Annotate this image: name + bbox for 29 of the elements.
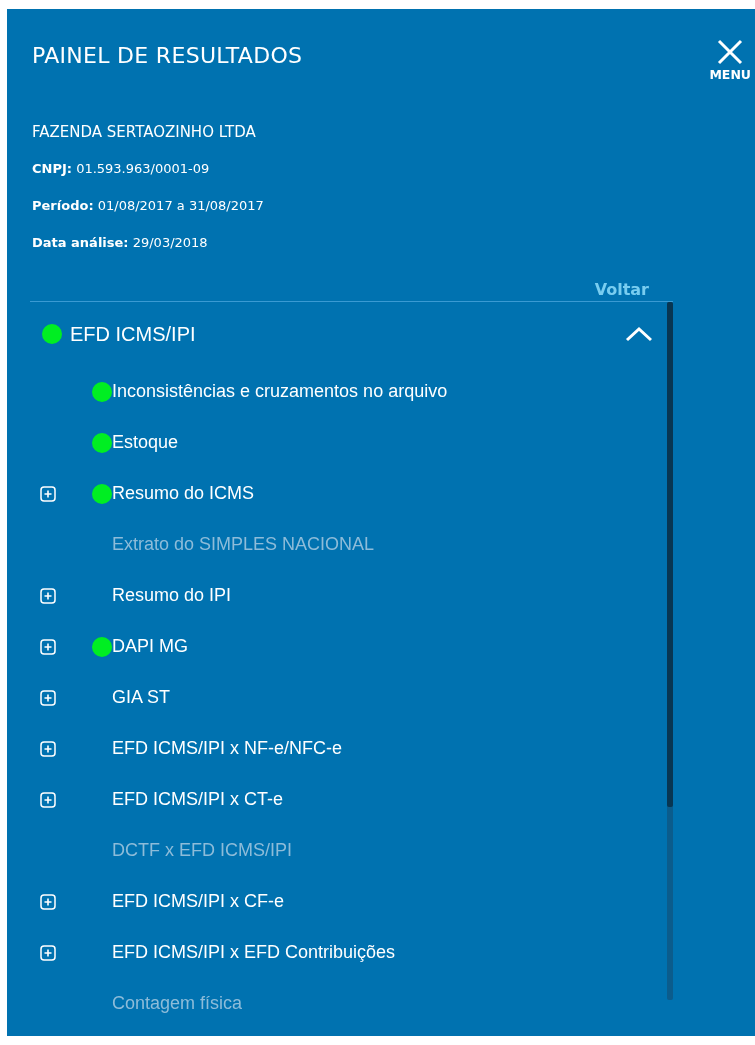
expand-icon[interactable] [40, 740, 56, 757]
section-header[interactable]: EFD ICMS/IPI [70, 322, 625, 346]
expand-icon[interactable] [40, 689, 56, 706]
panel-title: PAINEL DE RESULTADOS [32, 42, 303, 70]
company-name: FAZENDA SERTAOZINHO LTDA [32, 122, 257, 142]
menu-item[interactable]: EFD ICMS/IPI x NF-e/NFC-e [112, 738, 342, 759]
expand-icon[interactable] [40, 485, 56, 502]
info-line: Período: 01/08/2017 a 31/08/2017 [32, 197, 265, 215]
expand-icon[interactable] [40, 944, 56, 961]
expand-icon[interactable] [40, 587, 56, 604]
menu-item[interactable]: Estoque [112, 432, 179, 453]
expand-icon[interactable] [40, 893, 56, 910]
menu-item[interactable]: Inconsistências e cruzamentos no arquivo [112, 381, 448, 402]
menu-button[interactable]: MENU [709, 39, 751, 82]
scrollbar[interactable] [667, 302, 673, 1000]
menu-item[interactable]: Resumo do ICMS [112, 483, 255, 504]
chevron-up-icon[interactable] [625, 326, 653, 342]
menu-item[interactable]: EFD ICMS/IPI x CT-e [112, 789, 284, 810]
info-line: CNPJ: 01.593.963/0001-09 [32, 160, 211, 178]
menu-item[interactable]: EFD ICMS/IPI x CF-e [112, 891, 284, 912]
close-icon [717, 39, 744, 65]
menu-item[interactable]: DAPI MG [112, 636, 188, 657]
menu-item[interactable]: EFD ICMS/IPI x EFD Contribuições [112, 942, 396, 963]
info-line: Data análise: 29/03/2018 [32, 234, 209, 252]
back-link[interactable]: Voltar [594, 280, 649, 299]
menu-item[interactable]: Resumo do IPI [112, 585, 232, 606]
expand-icon[interactable] [40, 791, 56, 808]
menu-item[interactable]: GIA ST [112, 687, 171, 708]
expand-icon[interactable] [40, 638, 56, 655]
